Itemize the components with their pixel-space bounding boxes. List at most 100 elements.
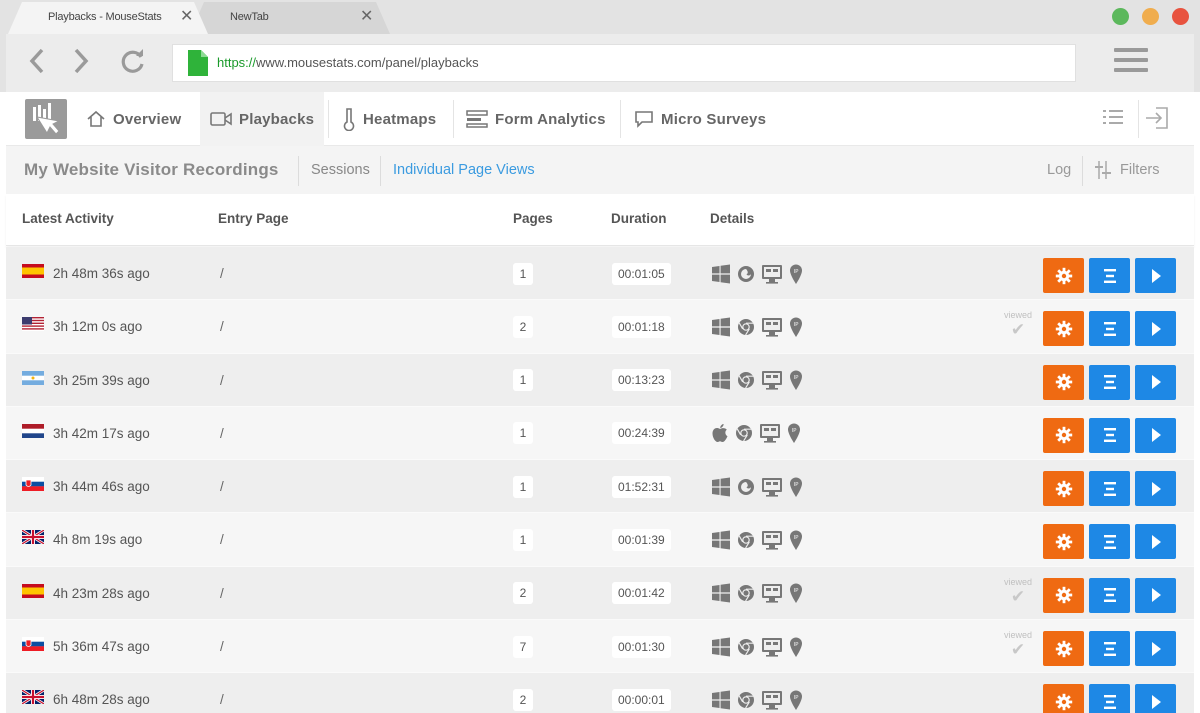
duration: 00:24:39 xyxy=(612,407,671,460)
col-entry-page[interactable]: Entry Page xyxy=(218,194,289,244)
pageviews-list-button[interactable] xyxy=(1089,577,1130,613)
entry-page[interactable]: / xyxy=(220,407,224,460)
settings-button[interactable] xyxy=(1043,684,1084,713)
pageviews-list-button[interactable] xyxy=(1089,471,1130,507)
close-window-button[interactable] xyxy=(1172,8,1189,25)
gear-icon xyxy=(1055,320,1072,337)
mousestats-logo[interactable] xyxy=(25,99,67,139)
chat-icon xyxy=(635,111,653,128)
close-tab-icon[interactable]: ✕ xyxy=(360,2,373,32)
entry-page[interactable]: / xyxy=(220,673,224,713)
pageviews-list-button[interactable] xyxy=(1089,684,1130,713)
nav-heatmaps[interactable]: Heatmaps xyxy=(342,92,436,146)
filters-button[interactable]: Filters xyxy=(1094,146,1159,194)
pageviews-list-button[interactable] xyxy=(1089,258,1130,293)
pageviews-list-button[interactable] xyxy=(1089,524,1130,560)
settings-button[interactable] xyxy=(1043,417,1084,453)
pageviews-list-button[interactable] xyxy=(1089,631,1130,667)
list-icon xyxy=(1103,321,1116,336)
checkmark-icon: ✔ xyxy=(1010,640,1026,660)
play-recording-button[interactable] xyxy=(1135,684,1176,713)
play-recording-button[interactable] xyxy=(1135,631,1176,667)
settings-button[interactable] xyxy=(1043,258,1084,293)
tab-playbacks[interactable]: Playbacks - MouseStats ✕ xyxy=(8,2,208,34)
nav-form-analytics[interactable]: Form Analytics xyxy=(466,92,606,146)
play-recording-button[interactable] xyxy=(1135,524,1176,560)
viewed-indicator: viewed ✔ xyxy=(998,577,1038,606)
minimize-window-button[interactable] xyxy=(1142,8,1159,25)
col-latest-activity[interactable]: Latest Activity xyxy=(22,194,114,244)
latest-activity: 2h 48m 36s ago xyxy=(53,266,150,281)
filters-icon xyxy=(1095,161,1111,179)
log-link[interactable]: Log xyxy=(1047,146,1071,194)
entry-page[interactable]: / xyxy=(220,354,224,407)
play-recording-button[interactable] xyxy=(1135,471,1176,507)
col-duration[interactable]: Duration xyxy=(611,194,667,244)
reload-icon[interactable] xyxy=(118,46,148,76)
details-icons: IP xyxy=(711,460,803,513)
logout-icon[interactable] xyxy=(1144,106,1170,135)
latest-activity: 4h 23m 28s ago xyxy=(53,585,150,601)
entry-page[interactable]: / xyxy=(220,247,224,300)
tab-individual-page-views[interactable]: Individual Page Views xyxy=(393,146,535,194)
desktop-icon xyxy=(762,584,782,603)
url-text: https://www.mousestats.com/panel/playbac… xyxy=(217,55,479,70)
entry-page[interactable]: / xyxy=(220,567,224,620)
entry-page[interactable]: / xyxy=(220,513,224,566)
table-row[interactable]: 5h 36m 47s ago / 7 00:01:30 IP viewed ✔ xyxy=(6,620,1194,674)
play-recording-button[interactable] xyxy=(1135,577,1176,613)
maximize-window-button[interactable] xyxy=(1112,8,1129,25)
play-recording-button[interactable] xyxy=(1135,311,1176,347)
table-row[interactable]: 3h 44m 46s ago / 1 01:52:31 IP xyxy=(6,460,1194,514)
nav-playbacks[interactable]: Playbacks xyxy=(200,92,324,146)
ip-location-icon: IP xyxy=(790,477,802,497)
svg-text:IP: IP xyxy=(794,482,800,488)
play-icon xyxy=(1151,375,1161,390)
windows-icon xyxy=(712,477,730,497)
entry-page[interactable]: / xyxy=(220,620,224,673)
entry-page[interactable]: / xyxy=(220,460,224,513)
table-row[interactable]: 2h 48m 36s ago / 1 00:01:05 IP xyxy=(6,247,1194,301)
settings-button[interactable] xyxy=(1043,577,1084,613)
latest-activity: 4h 8m 19s ago xyxy=(53,532,143,548)
forward-icon[interactable] xyxy=(66,46,96,76)
col-pages[interactable]: Pages xyxy=(513,194,553,244)
nav-overview[interactable]: Overview xyxy=(86,92,181,146)
latest-activity: 3h 25m 39s ago xyxy=(53,372,150,388)
gear-icon xyxy=(1055,693,1072,711)
browser-menu-icon[interactable] xyxy=(1114,48,1148,78)
pageviews-list-button[interactable] xyxy=(1089,417,1130,453)
table-row[interactable]: 6h 48m 28s ago / 2 00:00:01 IP xyxy=(6,673,1194,713)
sub-header: My Website Visitor Recordings Sessions I… xyxy=(6,146,1194,194)
settings-button[interactable] xyxy=(1043,631,1084,667)
play-recording-button[interactable] xyxy=(1135,364,1176,400)
svg-text:IP: IP xyxy=(794,322,800,328)
play-icon xyxy=(1151,428,1161,443)
tab-newtab[interactable]: NewTab ✕ xyxy=(190,2,390,34)
table-row[interactable]: 3h 42m 17s ago / 1 00:24:39 IP xyxy=(6,406,1194,461)
table-row[interactable]: 3h 25m 39s ago / 1 00:13:23 IP xyxy=(6,353,1194,407)
duration: 00:01:18 xyxy=(612,300,671,353)
settings-button[interactable] xyxy=(1043,471,1084,507)
table-row[interactable]: 4h 23m 28s ago / 2 00:01:42 IP viewed ✔ xyxy=(6,566,1194,621)
pageviews-list-button[interactable] xyxy=(1089,364,1130,400)
table-row[interactable]: 4h 8m 19s ago / 1 00:01:39 IP xyxy=(6,513,1194,567)
spain-flag-icon xyxy=(22,583,44,598)
nav-micro-surveys[interactable]: Micro Surveys xyxy=(634,92,766,146)
entry-page[interactable]: / xyxy=(220,300,224,353)
pageviews-list-button[interactable] xyxy=(1089,311,1130,347)
address-bar[interactable]: https://www.mousestats.com/panel/playbac… xyxy=(172,44,1076,82)
details-icons: IP xyxy=(711,673,803,713)
play-recording-button[interactable] xyxy=(1135,417,1176,453)
table-row[interactable]: 3h 12m 0s ago / 2 00:01:18 IP viewed ✔ xyxy=(6,300,1194,354)
list-view-icon[interactable] xyxy=(1102,106,1124,133)
settings-button[interactable] xyxy=(1043,364,1084,400)
tab-sessions[interactable]: Sessions xyxy=(311,146,370,194)
settings-button[interactable] xyxy=(1043,524,1084,560)
back-icon[interactable] xyxy=(22,46,52,76)
settings-button[interactable] xyxy=(1043,311,1084,347)
close-tab-icon[interactable]: ✕ xyxy=(180,2,193,32)
svg-text:IP: IP xyxy=(794,375,800,381)
play-recording-button[interactable] xyxy=(1135,258,1176,293)
chrome-icon xyxy=(738,318,754,336)
